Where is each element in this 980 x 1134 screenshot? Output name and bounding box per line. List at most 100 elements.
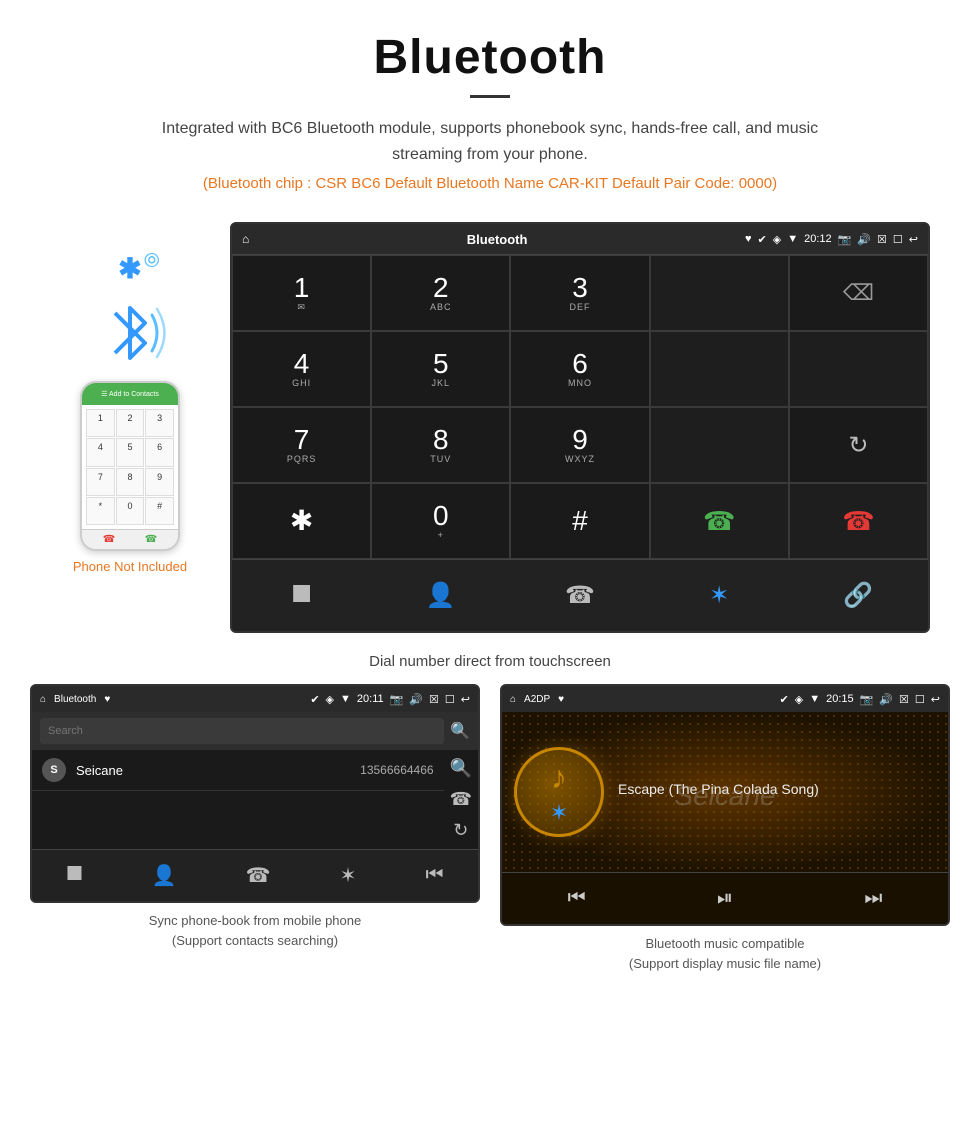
pb-camera-icon[interactable]: 📷 bbox=[390, 693, 404, 706]
pb-label: Bluetooth bbox=[54, 694, 96, 705]
music-time-display: 20:15 bbox=[826, 693, 854, 705]
bluetooth-status-icon: ✔ bbox=[758, 233, 767, 246]
bottom-screens: ⌂ Bluetooth ♥ ✔ ◈ ▼ 20:11 📷 🔊 ☒ ☐ ↩ bbox=[0, 684, 980, 989]
dial-key-1[interactable]: 1 ✉ bbox=[232, 255, 371, 331]
music-usb-icon: ♥ bbox=[558, 694, 564, 705]
dial-phone-button[interactable]: ☎ bbox=[550, 571, 610, 621]
dial-refresh-button[interactable]: ↻ bbox=[789, 407, 928, 483]
music-next-button[interactable]: ⏭ bbox=[864, 887, 882, 910]
volume-icon[interactable]: 🔊 bbox=[857, 233, 871, 246]
music-home-icon[interactable]: ⌂ bbox=[510, 694, 516, 705]
phonebook-android-screen: ⌂ Bluetooth ♥ ✔ ◈ ▼ 20:11 📷 🔊 ☒ ☐ ↩ bbox=[30, 684, 480, 903]
pb-search-side-icon[interactable]: 🔍 bbox=[450, 758, 472, 779]
music-back-icon[interactable]: ↩ bbox=[931, 693, 940, 706]
dial-grid-button[interactable]: ⯀ bbox=[272, 571, 332, 621]
pb-location-icon: ◈ bbox=[326, 693, 334, 706]
music-controls-bar: ⏮ ⏯ ⏭ bbox=[502, 872, 948, 924]
pb-contacts-button[interactable]: 👤 bbox=[152, 863, 177, 888]
dial-key-4[interactable]: 4 GHI bbox=[232, 331, 371, 407]
contact-avatar: S bbox=[42, 758, 66, 782]
bluetooth-icon-svg bbox=[90, 293, 170, 373]
pb-back-icon[interactable]: ↩ bbox=[461, 693, 470, 706]
window-icon[interactable]: ☐ bbox=[893, 233, 903, 246]
music-status-right: ✔ ◈ ▼ 20:15 📷 🔊 ☒ ☐ ↩ bbox=[780, 693, 940, 706]
music-bt-icon: ✔ bbox=[780, 693, 789, 706]
dial-key-0[interactable]: 0 + bbox=[371, 483, 510, 559]
dial-grid: 1 ✉ 2 ABC 3 DEF ⌫ 4 GHI 5 JKL bbox=[232, 254, 928, 559]
phonebook-bottom-bar: ⯀ 👤 ☎ ✶ ⏮ bbox=[32, 849, 478, 901]
location-icon: ◈ bbox=[773, 233, 781, 246]
music-volume-icon[interactable]: 🔊 bbox=[879, 693, 893, 706]
pb-bt-icon: ✔ bbox=[310, 693, 319, 706]
dial-key-3[interactable]: 3 DEF bbox=[510, 255, 649, 331]
phonebook-entries: S Seicane 13566664466 bbox=[32, 750, 444, 849]
pb-volume-icon[interactable]: 🔊 bbox=[409, 693, 423, 706]
dial-bottom-bar: ⯀ 👤 ☎ ✶ 🔗 bbox=[232, 559, 928, 631]
dial-key-hash[interactable]: # bbox=[510, 483, 649, 559]
dial-key-6[interactable]: 6 MNO bbox=[510, 331, 649, 407]
dial-link-button[interactable]: 🔗 bbox=[828, 571, 888, 621]
dial-key-star[interactable]: ✱ bbox=[232, 483, 371, 559]
music-camera-icon[interactable]: 📷 bbox=[860, 693, 874, 706]
dial-key-5[interactable]: 5 JKL bbox=[371, 331, 510, 407]
music-window-icon[interactable]: ☐ bbox=[915, 693, 925, 706]
dial-bluetooth-button[interactable]: ✶ bbox=[689, 571, 749, 621]
music-play-button[interactable]: ⏯ bbox=[717, 887, 733, 910]
pb-home-icon[interactable]: ⌂ bbox=[40, 694, 46, 705]
music-status-left: ⌂ A2DP ♥ bbox=[510, 694, 564, 705]
phone-key-1: 1 bbox=[86, 409, 115, 437]
phone-key-3: 3 bbox=[145, 409, 174, 437]
pb-usb-icon: ♥ bbox=[104, 694, 110, 705]
phone-call-icon: ☎ bbox=[145, 534, 157, 545]
refresh-icon: ↻ bbox=[848, 431, 868, 460]
pb-call-side-icon[interactable]: ☎ bbox=[450, 789, 472, 810]
android-dial-screen: ⌂ Bluetooth ♥ ✔ ◈ ▼ 20:12 📷 🔊 ☒ ☐ ↩ 1 ✉ bbox=[230, 222, 930, 633]
pb-bluetooth-button[interactable]: ✶ bbox=[340, 863, 357, 888]
title-divider bbox=[470, 95, 510, 98]
phone-side: ✱ ⦾ ☰ Add to Contacts 1 2 3 4 5 bbox=[50, 222, 210, 574]
main-caption: Dial number direct from touchscreen bbox=[0, 643, 980, 684]
close-x-icon[interactable]: ☒ bbox=[877, 233, 887, 246]
music-prev-button[interactable]: ⏮ bbox=[568, 887, 586, 910]
status-right: ♥ ✔ ◈ ▼ 20:12 📷 🔊 ☒ ☐ ↩ bbox=[745, 233, 918, 246]
music-screen-content: ♪ ✶ Escape (The Pina Colada Song) Seican… bbox=[502, 712, 948, 872]
dial-key-2[interactable]: 2 ABC bbox=[371, 255, 510, 331]
phonebook-caption: Sync phone-book from mobile phone (Suppo… bbox=[30, 911, 480, 950]
music-label: A2DP bbox=[524, 694, 550, 705]
phone-key-9: 9 bbox=[145, 468, 174, 496]
pb-phone-button[interactable]: ☎ bbox=[246, 863, 271, 888]
phonebook-contact-row[interactable]: S Seicane 13566664466 bbox=[32, 750, 444, 791]
dial-call-button[interactable]: ☎ bbox=[650, 483, 789, 559]
dial-key-7[interactable]: 7 PQRS bbox=[232, 407, 371, 483]
pb-grid-button[interactable]: ⯀ bbox=[67, 864, 83, 887]
time-display: 20:12 bbox=[804, 233, 832, 245]
pb-refresh-side-icon[interactable]: ↻ bbox=[453, 820, 468, 841]
back-icon[interactable]: ↩ bbox=[909, 233, 918, 246]
pb-window-icon[interactable]: ☐ bbox=[445, 693, 455, 706]
dial-contacts-button[interactable]: 👤 bbox=[411, 571, 471, 621]
music-info: Escape (The Pina Colada Song) bbox=[618, 781, 936, 803]
phonebook-screen-wrap: ⌂ Bluetooth ♥ ✔ ◈ ▼ 20:11 📷 🔊 ☒ ☐ ↩ bbox=[30, 684, 480, 973]
phone-not-included-label: Phone Not Included bbox=[73, 559, 187, 574]
music-content-inner: ♪ ✶ Escape (The Pina Colada Song) bbox=[502, 712, 948, 872]
pb-prev-button[interactable]: ⏮ bbox=[425, 864, 443, 887]
phonebook-right-icons: 🔍 ☎ ↻ bbox=[444, 750, 478, 849]
music-close-icon[interactable]: ☒ bbox=[899, 693, 909, 706]
camera-icon[interactable]: 📷 bbox=[838, 233, 852, 246]
dial-backspace-button[interactable]: ⌫ bbox=[789, 255, 928, 331]
phone-end-icon: ☎ bbox=[103, 534, 115, 545]
phone-screen-content: 1 2 3 4 5 6 7 8 9 * 0 # bbox=[82, 405, 178, 529]
dial-key-9[interactable]: 9 WXYZ bbox=[510, 407, 649, 483]
dial-end-button[interactable]: ☎ bbox=[789, 483, 928, 559]
music-screen-wrap: ⌂ A2DP ♥ ✔ ◈ ▼ 20:15 📷 🔊 ☒ ☐ ↩ bbox=[500, 684, 950, 973]
dial-key-8[interactable]: 8 TUV bbox=[371, 407, 510, 483]
call-red-icon: ☎ bbox=[842, 506, 874, 537]
page-specs: (Bluetooth chip : CSR BC6 Default Blueto… bbox=[20, 175, 960, 192]
pb-close-icon[interactable]: ☒ bbox=[429, 693, 439, 706]
music-song-title: Escape (The Pina Colada Song) bbox=[618, 781, 936, 797]
phonebook-search-input[interactable] bbox=[40, 718, 444, 744]
music-status-bar: ⌂ A2DP ♥ ✔ ◈ ▼ 20:15 📷 🔊 ☒ ☐ ↩ bbox=[502, 686, 948, 712]
page-header: Bluetooth Integrated with BC6 Bluetooth … bbox=[0, 0, 980, 222]
search-icon[interactable]: 🔍 bbox=[450, 721, 470, 741]
home-icon[interactable]: ⌂ bbox=[242, 232, 249, 246]
